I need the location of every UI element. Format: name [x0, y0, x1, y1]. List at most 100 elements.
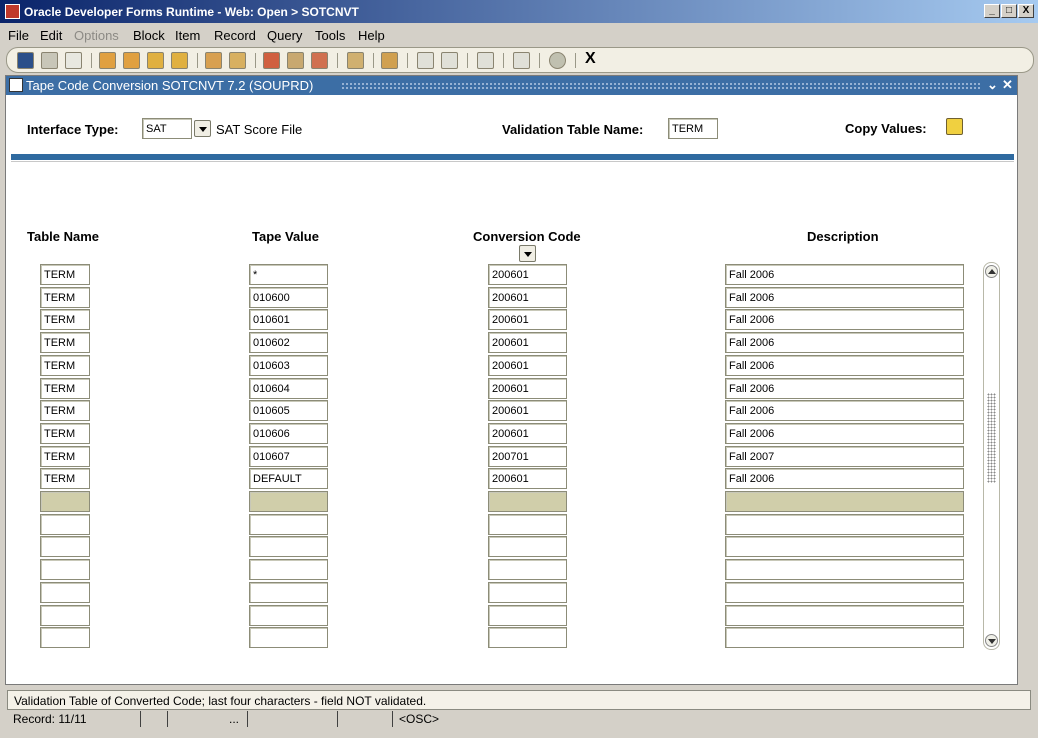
tape-value-field[interactable] — [249, 514, 328, 535]
table-name-field[interactable] — [40, 627, 90, 648]
menu-edit[interactable]: Edit — [40, 28, 62, 43]
menu-tools[interactable]: Tools — [315, 28, 345, 43]
conversion-code-field[interactable]: 200701 — [488, 446, 567, 467]
tape-value-field[interactable] — [249, 582, 328, 603]
description-field[interactable]: Fall 2006 — [725, 468, 964, 489]
table-name-field[interactable]: TERM — [40, 264, 90, 285]
print-page-icon[interactable] — [65, 52, 82, 69]
table-name-field[interactable] — [40, 605, 90, 626]
tape-value-field[interactable] — [249, 491, 328, 512]
validation-table-input[interactable]: TERM — [668, 118, 718, 139]
conversion-code-field[interactable]: 200601 — [488, 468, 567, 489]
tape-value-field[interactable] — [249, 536, 328, 557]
copy-values-icon[interactable] — [946, 118, 963, 135]
tape-value-field[interactable]: 010601 — [249, 309, 328, 330]
description-field[interactable] — [725, 491, 964, 512]
enter-query-icon[interactable] — [205, 52, 222, 69]
copy-icon[interactable] — [441, 52, 458, 69]
conversion-code-field[interactable]: 200601 — [488, 287, 567, 308]
previous-record-icon[interactable] — [123, 52, 140, 69]
conversion-code-field[interactable]: 200601 — [488, 264, 567, 285]
scroll-up-icon[interactable] — [985, 265, 998, 278]
conversion-code-field[interactable]: 200601 — [488, 332, 567, 353]
tape-value-field[interactable]: 010605 — [249, 400, 328, 421]
menu-options[interactable]: Options — [74, 28, 119, 43]
table-name-field[interactable]: TERM — [40, 423, 90, 444]
scroll-down-icon[interactable] — [985, 634, 998, 647]
previous-block-icon[interactable] — [99, 52, 116, 69]
table-name-field[interactable]: TERM — [40, 332, 90, 353]
exit-icon[interactable]: X — [585, 50, 596, 68]
description-field[interactable] — [725, 559, 964, 580]
duplicate-icon[interactable] — [347, 52, 364, 69]
maximize-button[interactable]: □ — [1001, 4, 1017, 18]
records-scrollbar[interactable] — [983, 262, 1000, 650]
conversion-code-field[interactable] — [488, 559, 567, 580]
menu-block[interactable]: Block — [133, 28, 165, 43]
table-name-field[interactable]: TERM — [40, 446, 90, 467]
print-icon[interactable] — [381, 52, 398, 69]
table-name-field[interactable]: TERM — [40, 309, 90, 330]
save-icon[interactable] — [17, 52, 34, 69]
tape-value-field[interactable] — [249, 559, 328, 580]
description-field[interactable] — [725, 627, 964, 648]
tape-value-field[interactable]: 010607 — [249, 446, 328, 467]
description-field[interactable]: Fall 2007 — [725, 446, 964, 467]
tape-value-field[interactable]: 010603 — [249, 355, 328, 376]
form-close-icon[interactable]: ✕ — [1002, 77, 1013, 93]
tape-value-field[interactable]: 010606 — [249, 423, 328, 444]
next-block-icon[interactable] — [171, 52, 188, 69]
conversion-code-field[interactable] — [488, 491, 567, 512]
description-field[interactable]: Fall 2006 — [725, 378, 964, 399]
tape-value-field[interactable]: 010604 — [249, 378, 328, 399]
menu-item[interactable]: Item — [175, 28, 200, 43]
tape-value-field[interactable]: 010600 — [249, 287, 328, 308]
description-field[interactable]: Fall 2006 — [725, 423, 964, 444]
conversion-code-field[interactable]: 200601 — [488, 423, 567, 444]
tape-value-field[interactable] — [249, 627, 328, 648]
table-name-field[interactable] — [40, 514, 90, 535]
next-record-icon[interactable] — [147, 52, 164, 69]
description-field[interactable]: Fall 2006 — [725, 309, 964, 330]
tape-value-field[interactable]: 010602 — [249, 332, 328, 353]
tape-value-field[interactable]: * — [249, 264, 328, 285]
execute-query-icon[interactable] — [229, 52, 246, 69]
conversion-code-field[interactable]: 200601 — [488, 378, 567, 399]
menu-file[interactable]: File — [8, 28, 29, 43]
conversion-code-field[interactable] — [488, 536, 567, 557]
description-field[interactable] — [725, 605, 964, 626]
tape-value-field[interactable] — [249, 605, 328, 626]
target-icon[interactable] — [513, 52, 530, 69]
menu-query[interactable]: Query — [267, 28, 302, 43]
minimize-button[interactable]: _ — [984, 4, 1000, 18]
description-field[interactable] — [725, 582, 964, 603]
menu-record[interactable]: Record — [214, 28, 256, 43]
conversion-code-field[interactable]: 200601 — [488, 309, 567, 330]
help-icon[interactable] — [549, 52, 566, 69]
insert-record-icon[interactable] — [263, 52, 280, 69]
conversion-code-field[interactable] — [488, 627, 567, 648]
table-name-field[interactable] — [40, 491, 90, 512]
interface-type-input[interactable]: SAT — [142, 118, 192, 139]
conversion-code-field[interactable] — [488, 514, 567, 535]
rollback-icon[interactable] — [41, 52, 58, 69]
conversion-code-field[interactable]: 200601 — [488, 355, 567, 376]
table-name-field[interactable]: TERM — [40, 468, 90, 489]
description-field[interactable]: Fall 2006 — [725, 400, 964, 421]
delete-record-icon[interactable] — [311, 52, 328, 69]
table-name-field[interactable] — [40, 536, 90, 557]
form-minimize-icon[interactable]: ⌄ — [987, 77, 998, 93]
tape-value-field[interactable]: DEFAULT — [249, 468, 328, 489]
table-name-field[interactable]: TERM — [40, 287, 90, 308]
sound-icon[interactable] — [477, 52, 494, 69]
scroll-grip[interactable] — [987, 393, 996, 483]
remove-record-icon[interactable] — [287, 52, 304, 69]
description-field[interactable] — [725, 536, 964, 557]
table-name-field[interactable] — [40, 559, 90, 580]
cut-icon[interactable] — [417, 52, 434, 69]
close-button[interactable]: X — [1018, 4, 1034, 18]
conversion-code-field[interactable]: 200601 — [488, 400, 567, 421]
description-field[interactable]: Fall 2006 — [725, 264, 964, 285]
conversion-code-field[interactable] — [488, 605, 567, 626]
description-field[interactable] — [725, 514, 964, 535]
